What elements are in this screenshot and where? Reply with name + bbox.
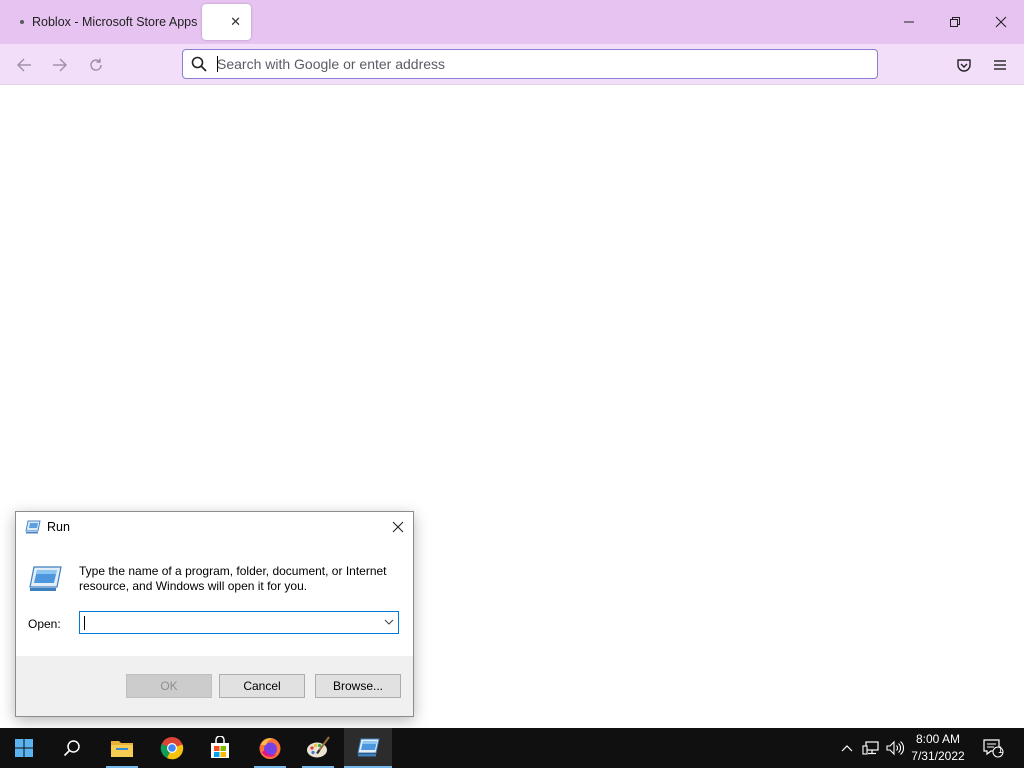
- taskbar-run[interactable]: [344, 728, 392, 768]
- pocket-icon: [957, 59, 971, 72]
- forward-button[interactable]: [47, 52, 73, 78]
- file-explorer-icon: [111, 741, 133, 757]
- pocket-button[interactable]: [951, 52, 977, 78]
- run-dialog: Run Type the name of a program, folder, …: [15, 511, 414, 717]
- show-hidden-icons-button[interactable]: [838, 728, 856, 768]
- tab-attention-dot: [20, 20, 24, 24]
- start-button[interactable]: [0, 728, 48, 768]
- tab-new[interactable]: ✕: [202, 4, 251, 40]
- clock-time: 8:00 AM: [915, 732, 961, 746]
- minimize-icon: [904, 21, 914, 23]
- close-icon: [392, 521, 404, 533]
- network-button[interactable]: [860, 728, 882, 768]
- hamburger-menu-icon: [994, 60, 1006, 70]
- taskbar-clock[interactable]: 8:00 AM 7/31/2022: [906, 731, 970, 765]
- app-menu-button[interactable]: [987, 52, 1013, 78]
- run-titlebar[interactable]: Run: [16, 512, 413, 542]
- cancel-button[interactable]: Cancel: [219, 674, 305, 698]
- search-icon: [63, 740, 80, 757]
- clock-date: 7/31/2022: [911, 749, 965, 763]
- run-button-bar: OK Cancel Browse...: [16, 656, 413, 716]
- reload-button[interactable]: [83, 52, 109, 78]
- run-icon: [357, 738, 380, 757]
- taskbar-chrome[interactable]: [148, 728, 196, 768]
- run-description: Type the name of a program, folder, docu…: [79, 564, 387, 593]
- open-label: Open:: [28, 617, 61, 631]
- search-icon: [191, 56, 207, 72]
- chrome-icon: [160, 737, 184, 760]
- text-caret: [84, 616, 85, 630]
- chevron-up-icon: [841, 745, 853, 752]
- taskbar: 8:00 AM 7/31/2022 1: [0, 728, 1024, 768]
- notification-count-badge: 1: [998, 745, 1004, 755]
- run-program-icon: [29, 566, 62, 591]
- browser-titlebar: Roblox - Microsoft Store Apps ✕: [0, 0, 1024, 44]
- volume-button[interactable]: [884, 728, 906, 768]
- reload-icon: [90, 58, 102, 71]
- run-title: Run: [47, 520, 70, 534]
- close-window-button[interactable]: [978, 0, 1024, 44]
- taskbar-search-button[interactable]: [48, 728, 96, 768]
- arrow-right-icon: [53, 58, 67, 72]
- minimize-button[interactable]: [886, 0, 932, 44]
- taskbar-firefox[interactable]: [246, 728, 294, 768]
- close-icon: [995, 16, 1007, 28]
- run-app-icon: [25, 520, 41, 534]
- tab-roblox[interactable]: Roblox - Microsoft Store Apps: [0, 0, 200, 44]
- browser-toolbar: [0, 44, 1024, 85]
- restore-icon: [950, 17, 960, 27]
- browse-button[interactable]: Browse...: [315, 674, 401, 698]
- arrow-left-icon: [17, 58, 31, 72]
- ok-button[interactable]: OK: [126, 674, 212, 698]
- back-button[interactable]: [11, 52, 37, 78]
- microsoft-store-icon: [211, 736, 229, 758]
- network-icon: [862, 741, 879, 755]
- windows-start-icon: [15, 739, 33, 757]
- chevron-down-icon[interactable]: [384, 618, 394, 626]
- address-input[interactable]: [217, 56, 877, 72]
- open-label-text: Open:: [28, 617, 61, 631]
- firefox-icon: [259, 738, 281, 759]
- tab-close-icon[interactable]: ✕: [230, 14, 241, 30]
- volume-icon: [886, 740, 904, 756]
- taskbar-file-explorer[interactable]: [98, 728, 146, 768]
- action-center-button[interactable]: 1: [978, 728, 1008, 768]
- run-body: Type the name of a program, folder, docu…: [16, 542, 413, 656]
- address-bar[interactable]: [182, 49, 878, 79]
- paint-icon: [307, 736, 330, 758]
- run-close-button[interactable]: [383, 512, 413, 542]
- tab-title: Roblox - Microsoft Store Apps: [32, 15, 198, 29]
- taskbar-paint[interactable]: [294, 728, 342, 768]
- open-combobox[interactable]: [79, 611, 399, 634]
- restore-button[interactable]: [932, 0, 978, 44]
- taskbar-microsoft-store[interactable]: [196, 728, 244, 768]
